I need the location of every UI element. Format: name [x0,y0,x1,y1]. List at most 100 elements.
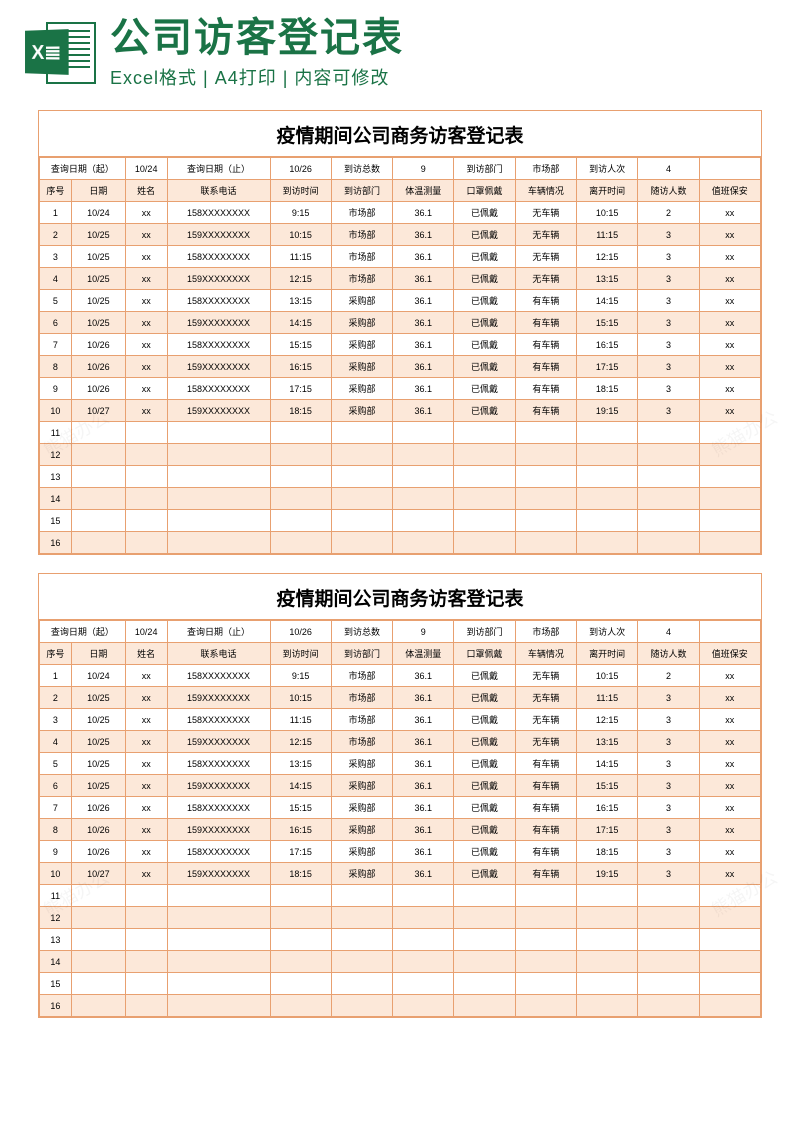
table-row: 210/25xx159XXXXXXXX10:15市场部36.1已佩戴无车辆11:… [40,224,761,246]
cell-temp: 36.1 [393,202,454,224]
cell-phone [167,885,270,907]
cell-ppl: 3 [638,841,699,863]
cell-arrive: 11:15 [270,246,331,268]
cell-leave [577,973,638,995]
cell-name: xx [125,224,167,246]
cell-guard: xx [699,775,760,797]
table-row: 410/25xx159XXXXXXXX12:15市场部36.1已佩戴无车辆13:… [40,731,761,753]
cell-ppl [638,488,699,510]
cell-phone: 158XXXXXXXX [167,753,270,775]
cell-phone [167,907,270,929]
cell-seq: 8 [40,819,72,841]
cell-mask [454,466,515,488]
cell-seq: 14 [40,951,72,973]
cell-name: xx [125,775,167,797]
cell-ppl: 3 [638,753,699,775]
cell-dept [331,885,392,907]
cell-seq: 3 [40,709,72,731]
cell-name [125,510,167,532]
cell-mask [454,885,515,907]
cell-car [515,466,576,488]
cell-mask: 已佩戴 [454,268,515,290]
cell-name: xx [125,731,167,753]
cell-car: 无车辆 [515,687,576,709]
sub-title: Excel格式 | A4打印 | 内容可修改 [110,64,776,90]
cell-seq: 2 [40,687,72,709]
cell-name [125,488,167,510]
table-row: 16 [40,995,761,1017]
cell-car: 有车辆 [515,775,576,797]
col-name: 姓名 [125,180,167,202]
cell-arrive: 16:15 [270,819,331,841]
cell-date: 10/25 [71,709,125,731]
col-date: 日期 [71,180,125,202]
cell-phone: 159XXXXXXXX [167,775,270,797]
cell-seq: 4 [40,731,72,753]
cell-arrive: 9:15 [270,665,331,687]
cell-phone: 158XXXXXXXX [167,797,270,819]
cell-ppl: 3 [638,400,699,422]
cell-car: 有车辆 [515,290,576,312]
cell-dept: 市场部 [331,731,392,753]
cell-phone [167,532,270,554]
cell-temp: 36.1 [393,312,454,334]
col-ppl: 随访人数 [638,643,699,665]
table-row: 610/25xx159XXXXXXXX14:15采购部36.1已佩戴有车辆15:… [40,775,761,797]
cell-temp: 36.1 [393,775,454,797]
cell-guard: xx [699,665,760,687]
cell-date [71,488,125,510]
cell-seq: 12 [40,444,72,466]
col-dept: 到访部门 [331,180,392,202]
cell-name: xx [125,400,167,422]
cell-seq: 16 [40,995,72,1017]
cell-name [125,973,167,995]
cell-mask [454,973,515,995]
summary-value: 9 [393,158,454,180]
cell-name [125,532,167,554]
cell-car: 无车辆 [515,731,576,753]
cell-guard: xx [699,753,760,775]
cell-dept: 采购部 [331,356,392,378]
cell-arrive [270,885,331,907]
cell-ppl [638,951,699,973]
cell-guard [699,907,760,929]
cell-dept [331,466,392,488]
cell-arrive: 12:15 [270,268,331,290]
cell-car: 有车辆 [515,797,576,819]
cell-guard: xx [699,819,760,841]
cell-dept: 采购部 [331,863,392,885]
table-row: 16 [40,532,761,554]
cell-seq: 2 [40,224,72,246]
cell-ppl: 3 [638,334,699,356]
cell-mask: 已佩戴 [454,224,515,246]
cell-phone: 159XXXXXXXX [167,268,270,290]
cell-mask: 已佩戴 [454,246,515,268]
cell-leave: 15:15 [577,312,638,334]
cell-leave [577,444,638,466]
col-phone: 联系电话 [167,643,270,665]
cell-arrive: 10:15 [270,224,331,246]
col-seq: 序号 [40,180,72,202]
table-row: 14 [40,951,761,973]
cell-seq: 13 [40,929,72,951]
cell-date [71,973,125,995]
cell-phone: 158XXXXXXXX [167,841,270,863]
cell-date [71,444,125,466]
visitor-sheet: 疫情期间公司商务访客登记表查询日期（起）10/24查询日期（止）10/26到访总… [38,573,762,1018]
cell-car: 无车辆 [515,268,576,290]
cell-phone: 159XXXXXXXX [167,356,270,378]
title-block: 公司访客登记表 Excel格式 | A4打印 | 内容可修改 [110,18,776,90]
cell-name [125,995,167,1017]
cell-car [515,444,576,466]
cell-ppl [638,907,699,929]
cell-guard: xx [699,797,760,819]
cell-arrive: 15:15 [270,334,331,356]
cell-arrive [270,422,331,444]
sheet-title: 疫情期间公司商务访客登记表 [39,111,761,157]
cell-car: 有车辆 [515,841,576,863]
cell-dept [331,422,392,444]
cell-guard [699,995,760,1017]
cell-car: 有车辆 [515,334,576,356]
cell-seq: 1 [40,665,72,687]
summary-label: 到访部门 [454,621,515,643]
